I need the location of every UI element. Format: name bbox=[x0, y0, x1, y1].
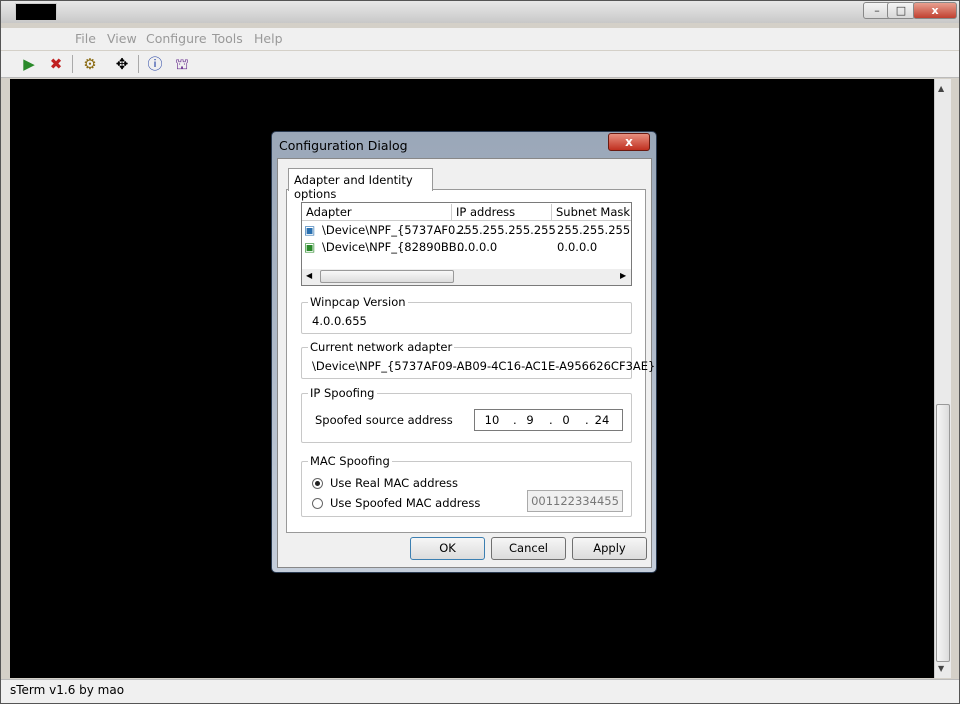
scrollbar-thumb[interactable] bbox=[320, 270, 454, 283]
scroll-left-icon[interactable]: ◀ bbox=[306, 271, 312, 280]
dialog-close-button[interactable]: x bbox=[608, 133, 650, 151]
row-subnet: 255.255.255.255 bbox=[557, 223, 631, 237]
scroll-down-icon[interactable]: ▼ bbox=[938, 664, 944, 673]
ip-octet-4[interactable]: 24 bbox=[591, 413, 613, 427]
menu-tools[interactable]: Tools bbox=[212, 31, 243, 46]
ip-dot: . bbox=[513, 413, 517, 427]
row-ip: 255.255.255.255 bbox=[457, 223, 556, 237]
close-button[interactable]: x bbox=[913, 2, 957, 19]
menu-bar: File View Configure Tools Help bbox=[1, 28, 959, 50]
status-bar: sTerm v1.6 by mao bbox=[1, 679, 959, 703]
row-adapter: \Device\NPF_{5737AF0... bbox=[322, 223, 467, 237]
mac-spoofing-group: MAC Spoofing Use Real MAC address Use Sp… bbox=[301, 454, 632, 517]
tab-panel: Adapter IP address Subnet Mask ▣ \Device… bbox=[286, 189, 655, 533]
network-adapter-icon: ▣ bbox=[304, 223, 316, 237]
menu-help[interactable]: Help bbox=[254, 31, 283, 46]
menu-file[interactable]: File bbox=[75, 31, 96, 46]
ip-dot: . bbox=[585, 413, 589, 427]
row-adapter: \Device\NPF_{82890BB... bbox=[322, 240, 468, 254]
spoofed-ip-input[interactable]: 10 . 9 . 0 . 24 bbox=[474, 409, 623, 431]
title-bar[interactable]: – □ x bbox=[1, 1, 959, 23]
app-icon bbox=[15, 3, 57, 21]
spoofed-source-label: Spoofed source address bbox=[315, 413, 453, 427]
status-text: sTerm v1.6 by mao bbox=[10, 683, 125, 697]
vertical-scrollbar[interactable]: ▲ ▼ bbox=[934, 79, 951, 678]
dialog-title: Configuration Dialog bbox=[279, 138, 408, 153]
current-adapter-value: \Device\NPF_{5737AF09-AB09-4C16-AC1E-A95… bbox=[312, 359, 656, 373]
network-adapter-icon: ▣ bbox=[304, 240, 316, 254]
menu-view[interactable]: View bbox=[107, 31, 137, 46]
current-adapter-group: Current network adapter \Device\NPF_{573… bbox=[301, 340, 655, 379]
disconnect-icon[interactable]: ✖ bbox=[45, 54, 67, 74]
ip-octet-3[interactable]: 0 bbox=[555, 413, 577, 427]
menu-configure[interactable]: Configure bbox=[146, 31, 207, 46]
toolbar: ▶ ✖ ⚙ ✥ ⓘ ⛫ bbox=[1, 51, 959, 78]
scroll-right-icon[interactable]: ▶ bbox=[620, 271, 626, 280]
maximize-button[interactable]: □ bbox=[887, 2, 915, 19]
scrollbar-thumb[interactable] bbox=[936, 404, 950, 662]
adapter-list[interactable]: Adapter IP address Subnet Mask ▣ \Device… bbox=[301, 202, 632, 286]
ip-spoofing-label: IP Spoofing bbox=[308, 386, 377, 400]
radio-real-mac[interactable] bbox=[312, 478, 323, 489]
column-header-ip[interactable]: IP address bbox=[452, 204, 552, 221]
cancel-button[interactable]: Cancel bbox=[491, 537, 566, 560]
ip-dot: . bbox=[549, 413, 553, 427]
spoofed-mac-label[interactable]: Use Spoofed MAC address bbox=[330, 496, 480, 510]
ip-octet-1[interactable]: 10 bbox=[481, 413, 503, 427]
connect-icon[interactable]: ▶ bbox=[18, 54, 40, 74]
scroll-up-icon[interactable]: ▲ bbox=[938, 84, 944, 93]
exit-icon[interactable]: ⛫ bbox=[171, 54, 193, 74]
row-subnet: 0.0.0.0 bbox=[557, 240, 598, 254]
toolbar-separator bbox=[138, 55, 139, 73]
mac-spoofing-label: MAC Spoofing bbox=[308, 454, 392, 468]
configuration-dialog: Configuration Dialog x Adapter and Ident… bbox=[271, 131, 657, 573]
column-header-subnet[interactable]: Subnet Mask bbox=[552, 204, 631, 221]
real-mac-label[interactable]: Use Real MAC address bbox=[330, 476, 458, 490]
mac-address-input[interactable]: 001122334455 bbox=[527, 490, 623, 512]
ip-spoofing-group: IP Spoofing Spoofed source address 10 . … bbox=[301, 386, 632, 443]
winpcap-group: Winpcap Version 4.0.0.655 bbox=[301, 295, 632, 334]
column-header-adapter[interactable]: Adapter bbox=[302, 204, 452, 221]
tab-adapter-identity[interactable]: Adapter and Identity options bbox=[288, 168, 433, 201]
current-adapter-label: Current network adapter bbox=[308, 340, 455, 354]
move-icon[interactable]: ✥ bbox=[111, 54, 133, 74]
horizontal-scrollbar[interactable]: ◀ ▶ bbox=[302, 269, 631, 285]
ok-button[interactable]: OK bbox=[410, 537, 485, 560]
winpcap-version: 4.0.0.655 bbox=[312, 314, 367, 328]
dialog-body: Adapter and Identity options Adapter IP … bbox=[277, 158, 655, 568]
winpcap-label: Winpcap Version bbox=[308, 295, 408, 309]
info-icon[interactable]: ⓘ bbox=[144, 54, 166, 74]
radio-spoofed-mac[interactable] bbox=[312, 498, 323, 509]
config-icon[interactable]: ⚙ bbox=[79, 54, 101, 74]
toolbar-separator bbox=[72, 55, 73, 73]
ip-octet-2[interactable]: 9 bbox=[519, 413, 541, 427]
apply-button[interactable]: Apply bbox=[572, 537, 647, 560]
row-ip: 0.0.0.0 bbox=[457, 240, 498, 254]
